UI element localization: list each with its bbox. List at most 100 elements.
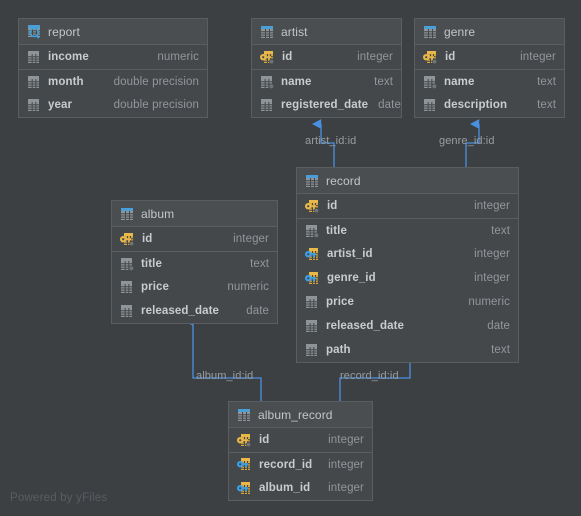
- yfiles-watermark: Powered by yFiles: [10, 492, 108, 504]
- column-type: text: [250, 257, 269, 270]
- column-row[interactable]: registered_date date: [252, 93, 401, 117]
- indexed-column-icon: [260, 75, 275, 89]
- table-header-genre[interactable]: genre: [415, 19, 564, 45]
- column-row[interactable]: title text: [297, 218, 518, 242]
- table-node-record[interactable]: record id integer title text artist_id integer…: [296, 167, 519, 363]
- column-row[interactable]: id integer: [415, 45, 564, 69]
- column-type: integer: [328, 482, 364, 494]
- column-type: double precision: [113, 75, 199, 88]
- primary-key-icon: [120, 232, 135, 247]
- column-name: record_id: [259, 458, 313, 471]
- edge-label-artist-id: artist_id:id: [305, 135, 357, 147]
- column-name: registered_date: [281, 99, 369, 111]
- column-name: released_date: [326, 320, 405, 332]
- column-name: id: [259, 434, 270, 446]
- column-row[interactable]: id integer: [252, 45, 401, 69]
- column-type: text: [491, 224, 510, 237]
- indexed-column-icon: [423, 75, 438, 89]
- column-row[interactable]: name text: [415, 69, 564, 93]
- column-row[interactable]: path text: [297, 338, 518, 362]
- column-row[interactable]: year double precision: [19, 93, 207, 117]
- column-row[interactable]: id integer: [112, 227, 277, 251]
- column-icon: [260, 98, 274, 112]
- column-type: integer: [474, 272, 510, 284]
- table-header-album_record[interactable]: album_record: [229, 402, 372, 428]
- column-name: released_date: [141, 305, 220, 317]
- primary-key-icon: [423, 50, 438, 65]
- table-columns-album: id integer title text price numeric released_d…: [112, 227, 277, 323]
- table-name-album_record: album_record: [258, 407, 333, 422]
- table-node-genre[interactable]: genre id integer name text description text: [414, 18, 565, 118]
- edge-label-album-id: album_id:id: [196, 370, 254, 382]
- primary-key-icon: [305, 199, 320, 214]
- table-header-report[interactable]: report: [19, 19, 207, 45]
- column-row[interactable]: id integer: [229, 428, 372, 452]
- column-name: id: [282, 51, 293, 63]
- indexed-column-icon: [305, 224, 320, 238]
- column-type: text: [374, 75, 393, 88]
- column-row[interactable]: released_date date: [297, 314, 518, 338]
- table-node-report[interactable]: report income numeric month double precision…: [18, 18, 208, 118]
- column-icon: [120, 280, 134, 294]
- column-type: date: [378, 99, 401, 111]
- column-name: title: [326, 224, 347, 237]
- table-name-report: report: [48, 24, 80, 39]
- primary-key-icon: [260, 50, 275, 65]
- foreign-key-icon: [305, 271, 320, 286]
- column-icon: [27, 75, 41, 89]
- column-row[interactable]: price numeric: [297, 290, 518, 314]
- column-row[interactable]: description text: [415, 93, 564, 117]
- column-name: name: [281, 75, 312, 88]
- view-icon: [27, 24, 41, 39]
- column-name: description: [444, 99, 508, 111]
- table-header-record[interactable]: record: [297, 168, 518, 194]
- column-row[interactable]: price numeric: [112, 275, 277, 299]
- column-name: price: [141, 281, 169, 293]
- column-row[interactable]: released_date date: [112, 299, 277, 323]
- column-row[interactable]: artist_id integer: [297, 242, 518, 266]
- table-node-album[interactable]: album id integer title text price numeric relea…: [111, 200, 278, 324]
- column-type: integer: [520, 51, 556, 63]
- table-columns-record: id integer title text artist_id integer genre_…: [297, 194, 518, 362]
- column-icon: [423, 98, 437, 112]
- table-name-album: album: [141, 206, 175, 221]
- column-type: integer: [233, 233, 269, 245]
- table-name-genre: genre: [444, 24, 476, 39]
- column-row[interactable]: title text: [112, 251, 277, 275]
- column-name: genre_id: [327, 272, 376, 284]
- diagram-canvas[interactable]: artist_id:id genre_id:id album_id:id rec…: [0, 0, 581, 516]
- column-row[interactable]: income numeric: [19, 45, 207, 69]
- foreign-key-icon: [237, 457, 252, 472]
- table-icon: [120, 207, 134, 221]
- primary-key-icon: [237, 433, 252, 448]
- table-name-record: record: [326, 173, 361, 188]
- column-row[interactable]: name text: [252, 69, 401, 93]
- column-icon: [305, 343, 319, 357]
- column-row[interactable]: album_id integer: [229, 476, 372, 500]
- table-header-artist[interactable]: artist: [252, 19, 401, 45]
- column-type: integer: [328, 458, 364, 471]
- column-name: month: [48, 75, 84, 88]
- column-name: title: [141, 257, 162, 270]
- foreign-key-icon: [305, 247, 320, 262]
- column-row[interactable]: genre_id integer: [297, 266, 518, 290]
- column-icon: [27, 98, 41, 112]
- column-name: income: [48, 51, 89, 63]
- column-icon: [27, 50, 41, 64]
- table-columns-genre: id integer name text description text: [415, 45, 564, 117]
- column-name: year: [48, 99, 73, 111]
- column-name: artist_id: [327, 248, 373, 260]
- column-row[interactable]: record_id integer: [229, 452, 372, 476]
- column-type: integer: [474, 248, 510, 260]
- table-node-album_record[interactable]: album_record id integer record_id integer alb…: [228, 401, 373, 501]
- table-icon: [237, 408, 251, 422]
- table-header-album[interactable]: album: [112, 201, 277, 227]
- column-type: date: [487, 320, 510, 332]
- column-row[interactable]: id integer: [297, 194, 518, 218]
- table-name-artist: artist: [281, 24, 308, 39]
- column-icon: [305, 319, 319, 333]
- table-node-artist[interactable]: artist id integer name text registered_date da…: [251, 18, 402, 118]
- column-type: double precision: [113, 99, 199, 111]
- column-icon: [305, 295, 319, 309]
- column-row[interactable]: month double precision: [19, 69, 207, 93]
